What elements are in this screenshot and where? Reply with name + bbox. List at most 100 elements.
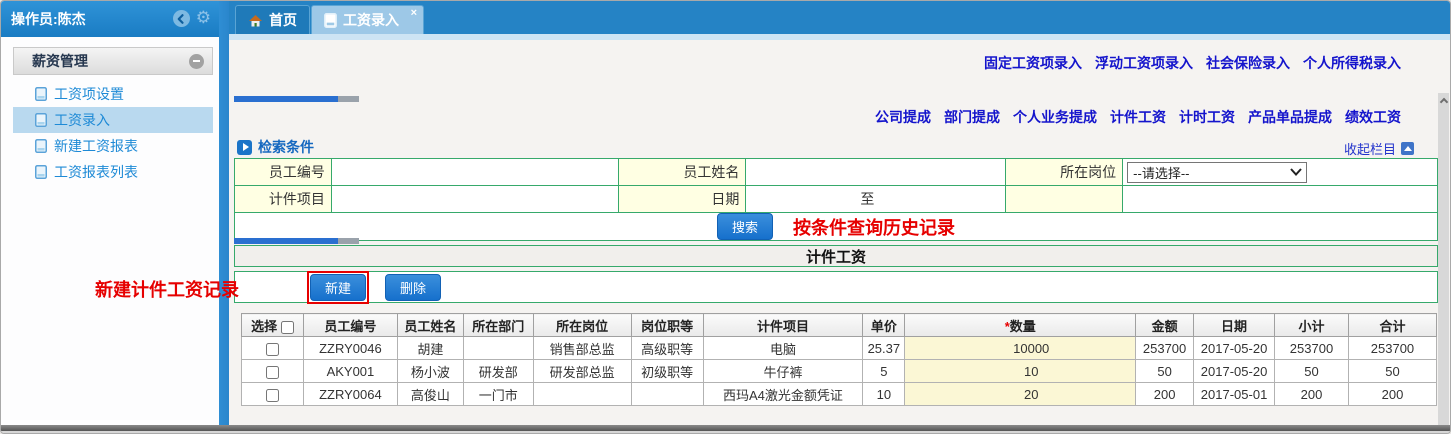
search-button[interactable]: 搜索 <box>716 213 773 240</box>
sidebar-group-label: 薪资管理 <box>32 53 88 69</box>
sidebar-header: 操作员:陈杰 ⚙ <box>1 1 219 37</box>
link-floating-salary-entry[interactable]: 浮动工资项录入 <box>1095 53 1193 73</box>
col-subtotal: 小计 <box>1274 313 1349 337</box>
cell-quantity-input[interactable]: 10000 <box>904 336 1137 360</box>
employee-id-input[interactable] <box>331 161 608 183</box>
sidebar-item-label: 工资报表列表 <box>54 164 138 180</box>
employee-name-label: 员工姓名 <box>618 158 747 186</box>
sidebar-item-new-salary-report[interactable]: 新建工资报表 <box>13 133 213 159</box>
document-icon <box>35 165 47 179</box>
vertical-scrollbar[interactable] <box>1438 93 1449 433</box>
section-title: 计件工资 <box>234 245 1438 267</box>
col-department: 所在部门 <box>462 313 534 337</box>
toolbar: 新建 删除 <box>234 270 1438 304</box>
cell-employee-name: 胡建 <box>396 336 464 360</box>
sidebar-item-label: 工资录入 <box>54 112 110 128</box>
cell-department: 研发部 <box>462 359 534 383</box>
document-icon <box>35 87 47 101</box>
link-personal-business-commission[interactable]: 个人业务提成 <box>1013 107 1097 127</box>
tab-home[interactable]: 首页 <box>235 5 310 34</box>
employee-id-label: 员工编号 <box>234 158 332 186</box>
horizontal-scrollbar[interactable] <box>234 96 359 102</box>
horizontal-scrollbar[interactable] <box>234 238 359 244</box>
link-hourly-salary[interactable]: 计时工资 <box>1179 107 1235 127</box>
sidebar-item-salary-item-setup[interactable]: 工资项设置 <box>13 81 213 107</box>
employee-name-input[interactable] <box>746 161 995 183</box>
row-checkbox[interactable] <box>265 388 279 402</box>
tab-salary-entry[interactable]: 工资录入 × <box>311 5 424 34</box>
cell-date: 2017-05-01 <box>1193 382 1276 406</box>
col-total: 合计 <box>1347 313 1438 337</box>
entry-links-row: 固定工资项录入 浮动工资项录入 社会保险录入 个人所得税录入 <box>984 53 1401 73</box>
date-to-input[interactable] <box>878 188 989 210</box>
sidebar-item-salary-entry[interactable]: 工资录入 <box>13 107 213 133</box>
link-product-unit-commission[interactable]: 产品单品提成 <box>1248 107 1332 127</box>
select-all-checkbox[interactable] <box>280 320 294 334</box>
table-row: AKY001 杨小波 研发部 研发部总监 初级职等 牛仔裤 5 10 50 20… <box>241 359 1438 383</box>
position-select[interactable]: --请选择-- <box>1127 161 1308 183</box>
sidebar-group-salary[interactable]: 薪资管理 <box>13 47 213 75</box>
search-annotation: 按条件查询历史记录 <box>793 217 955 238</box>
home-icon <box>249 14 262 26</box>
cell-piece-item: 西玛A4激光金额凭证 <box>702 382 864 406</box>
cell-position: 研发部总监 <box>532 359 632 383</box>
new-button[interactable]: 新建 <box>310 273 367 301</box>
chevron-down-icon <box>1290 168 1302 176</box>
cell-piece-item: 电脑 <box>702 336 864 360</box>
cell-subtotal: 253700 <box>1274 336 1349 360</box>
cell-department <box>462 336 534 360</box>
cell-amount: 253700 <box>1135 336 1195 360</box>
link-performance-salary[interactable]: 绩效工资 <box>1345 107 1401 127</box>
collapse-up-icon[interactable] <box>1401 142 1414 155</box>
cell-subtotal: 50 <box>1274 359 1349 383</box>
main-area: 首页 工资录入 × 固定工资项录入 浮动工资项录入 社会保险录入 个人所得税录入… <box>95 1 1450 433</box>
close-tab-icon[interactable]: × <box>411 7 417 19</box>
cell-position <box>532 382 632 406</box>
cell-piece-item: 牛仔裤 <box>702 359 864 383</box>
link-social-insurance-entry[interactable]: 社会保险录入 <box>1206 53 1290 73</box>
cell-grade <box>630 382 704 406</box>
sidebar-divider <box>219 1 229 425</box>
delete-button[interactable]: 删除 <box>385 273 442 301</box>
scroll-up-icon[interactable] <box>1439 97 1448 107</box>
row-checkbox[interactable] <box>265 342 279 356</box>
link-income-tax-entry[interactable]: 个人所得税录入 <box>1303 53 1401 73</box>
date-to-label: 至 <box>860 191 875 207</box>
operator-label: 操作员:陈杰 <box>11 11 86 27</box>
empty-label-cell <box>1005 185 1124 213</box>
document-icon <box>35 139 47 153</box>
position-label: 所在岗位 <box>1005 158 1124 186</box>
col-piece-item: 计件项目 <box>702 313 864 337</box>
cell-quantity-input[interactable]: 10 <box>904 359 1137 383</box>
sidebar-item-salary-report-list[interactable]: 工资报表列表 <box>13 159 213 185</box>
cell-quantity-input[interactable]: 20 <box>904 382 1137 406</box>
expand-icon[interactable] <box>237 139 252 155</box>
cell-employee-name: 杨小波 <box>396 359 464 383</box>
collapse-panel-control[interactable]: 收起栏目 <box>1344 139 1414 158</box>
link-piece-rate-salary[interactable]: 计件工资 <box>1110 107 1166 127</box>
date-label: 日期 <box>618 185 747 213</box>
collapse-group-icon[interactable] <box>189 53 204 69</box>
table-row: ZZRY0064 高俊山 一门市 西玛A4激光金额凭证 10 20 200 20… <box>241 382 1438 406</box>
cell-grade: 高级职等 <box>630 336 704 360</box>
cell-total: 50 <box>1347 359 1438 383</box>
row-checkbox[interactable] <box>265 365 279 379</box>
piece-item-input[interactable] <box>331 188 608 210</box>
collapse-sidebar-icon[interactable] <box>172 10 190 27</box>
cell-employee-id: ZZRY0064 <box>302 382 398 406</box>
link-fixed-salary-entry[interactable]: 固定工资项录入 <box>984 53 1082 73</box>
gear-icon[interactable]: ⚙ <box>196 10 211 27</box>
commission-links-row: 公司提成 部门提成 个人业务提成 计件工资 计时工资 产品单品提成 绩效工资 <box>875 107 1401 127</box>
collapse-panel-label: 收起栏目 <box>1343 142 1396 157</box>
cell-subtotal: 200 <box>1274 382 1349 406</box>
col-amount: 金额 <box>1135 313 1195 337</box>
date-from-input[interactable] <box>746 188 857 210</box>
piece-rate-table: 选择 员工编号 员工姓名 所在部门 所在岗位 岗位职等 计件项目 单价 *数量 … <box>241 313 1438 406</box>
table-header-row: 选择 员工编号 员工姓名 所在部门 所在岗位 岗位职等 计件项目 单价 *数量 … <box>241 313 1438 337</box>
link-department-commission[interactable]: 部门提成 <box>944 107 1000 127</box>
col-unit-price: 单价 <box>862 313 906 337</box>
cell-position: 销售部总监 <box>532 336 632 360</box>
app-window: 操作员:陈杰 ⚙ 薪资管理 工资项设置 工资录入 新建工资报表 工资报表列表 首… <box>0 0 1451 434</box>
link-company-commission[interactable]: 公司提成 <box>875 107 931 127</box>
cell-amount: 200 <box>1135 382 1195 406</box>
